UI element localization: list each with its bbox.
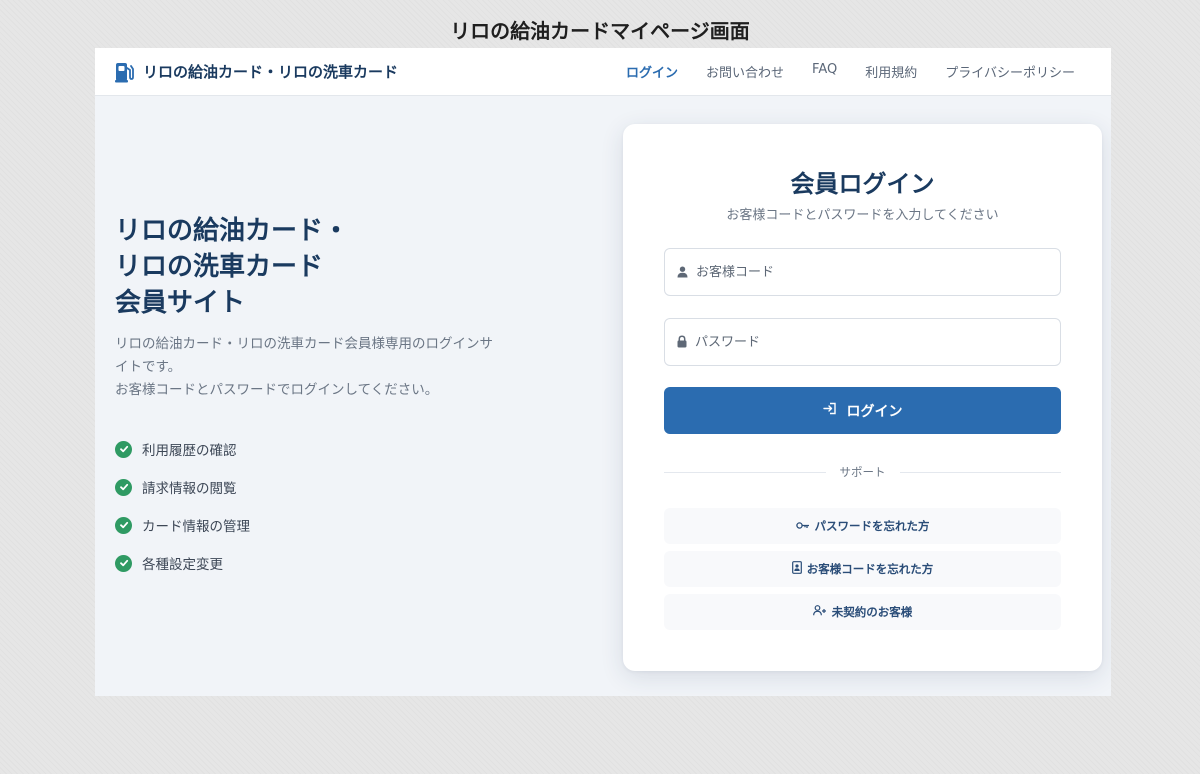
hero-title: リロの給油カード・ リロの洗車カード 会員サイト [115, 213, 545, 321]
hero-description-line: リロの給油カード・リロの洗車カード会員様専用のログインサ [115, 336, 493, 352]
check-circle-icon [115, 478, 132, 496]
check-circle-icon [115, 440, 132, 458]
feature-item: 各種設定変更 [115, 544, 545, 582]
nav-link-login[interactable]: ログイン [626, 62, 678, 81]
navbar: リロの給油カード・リロの洗車カード ログイン お問い合わせ FAQ 利用規約 プ… [95, 48, 1111, 96]
feature-label: カード情報の管理 [142, 519, 250, 535]
nav-link-privacy[interactable]: プライバシーポリシー [945, 62, 1075, 81]
customer-code-field[interactable] [664, 248, 1061, 296]
hero-title-line: 会員サイト [115, 288, 246, 318]
login-title: 会員ログイン [790, 170, 935, 198]
forgot-customer-code-link[interactable]: お客様コードを忘れた方 [664, 551, 1061, 587]
user-icon [677, 263, 688, 282]
divider-line [899, 471, 1061, 473]
sign-in-icon [822, 402, 837, 419]
fuel-pump-icon [115, 61, 135, 83]
support-label: サポート [839, 465, 886, 479]
page-caption: リロの給油カードマイページ画面 [450, 19, 750, 43]
login-button-label: ログイン [846, 403, 903, 420]
hero-title-line: リロの給油カード・ [115, 216, 350, 246]
feature-label: 利用履歴の確認 [142, 443, 237, 459]
brand[interactable]: リロの給油カード・リロの洗車カード [115, 61, 398, 83]
user-plus-icon [812, 605, 827, 619]
customer-code-input[interactable] [696, 264, 1060, 280]
support-link-label: 未契約のお客様 [831, 605, 913, 619]
unregistered-customer-link[interactable]: 未契約のお客様 [664, 594, 1061, 630]
hero-section: リロの給油カード・ リロの洗車カード 会員サイト リロの給油カード・リロの洗車カ… [115, 213, 545, 582]
login-subtitle: お客様コードとパスワードを入力してください [726, 208, 999, 223]
browser-viewport: リロの給油カード・リロの洗車カード ログイン お問い合わせ FAQ 利用規約 プ… [95, 48, 1111, 696]
nav-link-terms[interactable]: 利用規約 [865, 62, 917, 81]
feature-item: カード情報の管理 [115, 506, 545, 544]
login-button[interactable]: ログイン [664, 387, 1061, 434]
forgot-password-link[interactable]: パスワードを忘れた方 [664, 508, 1061, 544]
brand-name: リロの給油カード・リロの洗車カード [143, 63, 399, 81]
support-link-label: パスワードを忘れた方 [814, 519, 930, 533]
login-card: 会員ログイン お客様コードとパスワードを入力してください ログイン サポート [623, 124, 1102, 671]
feature-label: 各種設定変更 [142, 557, 223, 573]
feature-item: 利用履歴の確認 [115, 430, 545, 468]
support-link-label: お客様コードを忘れた方 [806, 562, 934, 576]
nav-link-contact[interactable]: お問い合わせ [706, 62, 784, 81]
feature-list: 利用履歴の確認 請求情報の閲覧 カード情報の管理 各種設定変更 [115, 430, 545, 582]
key-icon [795, 519, 810, 533]
feature-item: 請求情報の閲覧 [115, 468, 545, 506]
lock-icon [677, 333, 687, 352]
password-field[interactable] [664, 318, 1061, 366]
nav-link-faq[interactable]: FAQ [812, 62, 837, 81]
check-circle-icon [115, 554, 132, 572]
divider-line [664, 471, 826, 473]
hero-title-line: リロの洗車カード [115, 252, 324, 282]
feature-label: 請求情報の閲覧 [142, 481, 237, 497]
support-divider: サポート [664, 464, 1061, 480]
password-input[interactable] [695, 334, 1060, 350]
id-card-icon [791, 561, 802, 577]
hero-description-line: イトです。 [115, 359, 182, 375]
hero-description: リロの給油カード・リロの洗車カード会員様専用のログインサ イトです。 お客様コー… [115, 333, 545, 402]
check-circle-icon [115, 516, 132, 534]
nav-links: ログイン お問い合わせ FAQ 利用規約 プライバシーポリシー [626, 62, 1075, 81]
hero-description-line: お客様コードとパスワードでログインしてください。 [115, 382, 439, 398]
